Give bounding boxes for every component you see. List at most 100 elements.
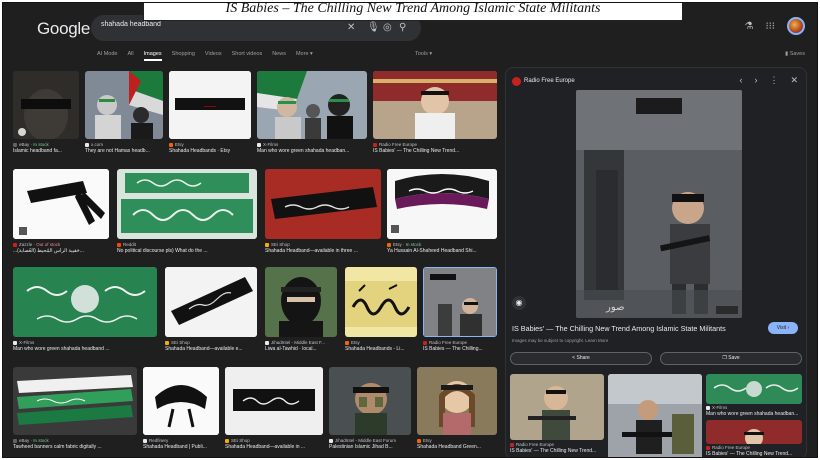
- related-title[interactable]: Man who wore green shahada headban...: [706, 411, 802, 417]
- result-image[interactable]: [257, 71, 367, 139]
- share-button[interactable]: < Share: [510, 352, 652, 365]
- result-card[interactable]: SEi Shop Shahada Headband—available e...: [165, 267, 257, 359]
- camera-icon[interactable]: ◎: [383, 21, 392, 35]
- result-title[interactable]: Tawheed banners calm fabric digitally ..…: [13, 444, 137, 450]
- tools-button[interactable]: Tools ▾: [415, 51, 432, 57]
- saves-link[interactable]: ▮ Saves: [785, 51, 805, 57]
- result-image[interactable]: [85, 71, 163, 139]
- result-image[interactable]: [329, 367, 411, 435]
- result-card[interactable]: SEi Shop Shahada Headband—available in .…: [225, 367, 323, 457]
- tab-images[interactable]: Images: [143, 51, 162, 61]
- related-card[interactable]: [608, 374, 702, 457]
- result-image[interactable]: ـــــــ: [169, 71, 251, 139]
- result-title[interactable]: Man who wore green shahada headban...: [257, 148, 367, 154]
- google-lens-icon[interactable]: ◉: [512, 296, 526, 310]
- result-card[interactable]: SEi Shop Shahada Headband—available in t…: [265, 169, 381, 259]
- result-source: JihadIntel - Middle East F...: [271, 340, 326, 345]
- result-card[interactable]: X-Films Man who wore green shahada headb…: [13, 267, 157, 359]
- tab-all[interactable]: All: [127, 51, 133, 61]
- result-image[interactable]: [387, 169, 497, 239]
- result-image[interactable]: [423, 267, 497, 337]
- related-image[interactable]: [706, 420, 802, 444]
- avatar[interactable]: [787, 17, 805, 35]
- search-input[interactable]: shahada headband: [101, 21, 161, 28]
- related-image[interactable]: [706, 374, 802, 404]
- result-image[interactable]: [13, 367, 137, 435]
- result-image[interactable]: [165, 267, 257, 337]
- result-title[interactable]: Shahada Headband—available in three ...: [265, 248, 381, 254]
- result-image[interactable]: [225, 367, 323, 435]
- grid-icon[interactable]: ⁝⁝⁝: [765, 21, 775, 32]
- more-vert-icon[interactable]: ⋮: [769, 75, 778, 86]
- related-title[interactable]: IS Babies' — The Chilling New Trend...: [510, 448, 604, 454]
- related-title[interactable]: IS Babies' — The Chilling New Trend...: [706, 451, 802, 457]
- result-card[interactable]: JihadIntel - Middle East Forum Palestini…: [329, 367, 411, 457]
- tab-videos[interactable]: Videos: [205, 51, 222, 61]
- result-title[interactable]: They are not Hamas headb...: [85, 148, 163, 154]
- result-title[interactable]: Ya Hussain Al-Shaheed Headband Shi...: [387, 248, 497, 254]
- chevron-right-icon[interactable]: ›: [754, 75, 757, 86]
- result-image[interactable]: [417, 367, 497, 435]
- panel-title[interactable]: IS Babies' — The Chilling New Trend Amon…: [512, 324, 726, 333]
- result-title[interactable]: Liwa al-Tawhid · local...: [265, 346, 337, 352]
- result-meta: Etsy Shahada Headband Green...: [417, 438, 497, 450]
- result-card[interactable]: eBay · In stock Tawheed banners calm fab…: [13, 367, 137, 457]
- related-images: Radio Free Europe IS Babies' — The Chill…: [506, 374, 806, 457]
- result-card[interactable]: Radio Free Europe IS Babies' — The Chill…: [373, 71, 497, 163]
- result-card[interactable]: x.com They are not Hamas headb...: [85, 71, 163, 163]
- result-card[interactable]: X-Films Man who wore green shahada headb…: [257, 71, 367, 163]
- tab-shopping[interactable]: Shopping: [172, 51, 195, 61]
- result-image[interactable]: [373, 71, 497, 139]
- google-logo[interactable]: Google: [37, 19, 90, 39]
- close-icon[interactable]: ✕: [347, 21, 355, 35]
- result-image[interactable]: [143, 367, 219, 435]
- result-image[interactable]: [13, 267, 157, 337]
- close-icon[interactable]: ✕: [790, 75, 798, 86]
- result-title[interactable]: Shahada Headband Green...: [417, 444, 497, 450]
- result-title[interactable]: ...(العُصابة) حَقيبة الرأس المُحيط...: [13, 248, 109, 254]
- result-card[interactable]: Redfinery Shahada Headband | Publi...: [143, 367, 219, 457]
- result-card[interactable]: Etsy Shahada Headbands - Li...: [345, 267, 417, 359]
- result-title[interactable]: Shahada Headbands · Etsy: [169, 148, 251, 154]
- tab-news[interactable]: News: [272, 51, 286, 61]
- tab-ai-mode[interactable]: AI Mode: [97, 51, 117, 61]
- result-image[interactable]: [13, 169, 109, 239]
- preview-image[interactable]: صور: [576, 90, 742, 318]
- tab-more[interactable]: More ▾: [296, 51, 313, 61]
- related-image[interactable]: [608, 374, 702, 457]
- flask-icon[interactable]: ⚗: [744, 21, 753, 32]
- result-card[interactable]: Reddit No political discourse pls) What …: [117, 169, 257, 259]
- result-card[interactable]: Radio Free Europe IS Babies — The Chilli…: [423, 267, 497, 359]
- related-card[interactable]: X-Films Man who wore green shahada headb…: [706, 374, 802, 457]
- result-title[interactable]: Shahada Headbands - Li...: [345, 346, 417, 352]
- result-card[interactable]: Etsy Shahada Headband Green...: [417, 367, 497, 457]
- result-card[interactable]: JihadIntel - Middle East F... Liwa al-Ta…: [265, 267, 337, 359]
- result-title[interactable]: Shahada Headband | Publi...: [143, 444, 219, 450]
- result-title[interactable]: IS Babies' — The Chilling New Trend...: [373, 148, 497, 154]
- result-title[interactable]: Palestinian Islamic Jihad B...: [329, 444, 411, 450]
- chevron-left-icon[interactable]: ‹: [739, 75, 742, 86]
- related-card[interactable]: Radio Free Europe IS Babies' — The Chill…: [510, 374, 604, 457]
- visit-button[interactable]: Visit ›: [768, 322, 798, 334]
- result-image[interactable]: [265, 169, 381, 239]
- result-image[interactable]: [345, 267, 417, 337]
- search-icon[interactable]: ⚲: [399, 21, 406, 35]
- result-image[interactable]: [13, 71, 79, 139]
- result-title[interactable]: Islamic headband fa...: [13, 148, 79, 154]
- panel-source[interactable]: Radio Free Europe: [524, 78, 575, 84]
- result-title[interactable]: Shahada Headband—available in ...: [225, 444, 323, 450]
- result-card[interactable]: ـــــــ Etsy Shahada Headbands · Etsy: [169, 71, 251, 163]
- result-title[interactable]: IS Babies — The Chilling...: [423, 346, 497, 352]
- result-card[interactable]: eBay · In stock Islamic headband fa...: [13, 71, 79, 163]
- result-image[interactable]: [265, 267, 337, 337]
- mic-icon[interactable]: 🎙: [367, 21, 380, 35]
- result-card[interactable]: Zazzle · Out of stock ...(العُصابة) حَقي…: [13, 169, 109, 259]
- result-title[interactable]: No political discourse pls) What do the …: [117, 248, 257, 254]
- result-card[interactable]: Etsy · In stock Ya Hussain Al-Shaheed He…: [387, 169, 497, 259]
- result-image[interactable]: [117, 169, 257, 239]
- result-title[interactable]: Man who wore green shahada headband ...: [13, 346, 157, 352]
- result-title[interactable]: Shahada Headband—available e...: [165, 346, 257, 352]
- save-button[interactable]: ❐ Save: [660, 352, 802, 365]
- related-image[interactable]: [510, 374, 604, 440]
- tab-short-videos[interactable]: Short videos: [232, 51, 263, 61]
